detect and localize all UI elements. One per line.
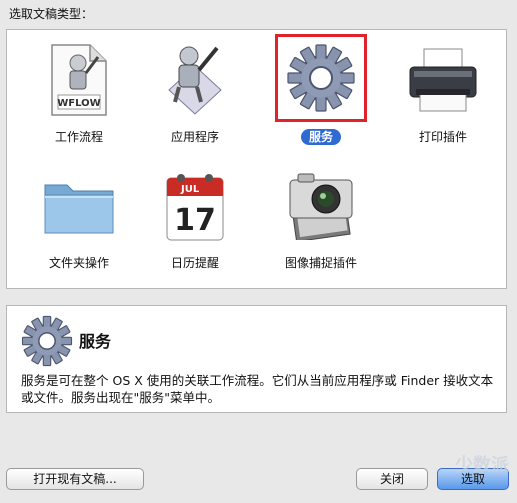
template-label: 服务 — [300, 129, 341, 145]
folder-icon — [34, 163, 124, 249]
calendar-day: 17 — [174, 203, 216, 238]
camera-icon — [276, 163, 366, 249]
template-folder-action[interactable]: 文件夹操作 — [19, 163, 139, 273]
template-label: 文件夹操作 — [48, 256, 109, 270]
template-workflow[interactable]: WFLOW 工作流程 — [19, 37, 139, 147]
gear-icon — [21, 315, 73, 367]
template-label: 图像捕捉插件 — [284, 256, 357, 270]
template-image-capture-plugin[interactable]: 图像捕捉插件 — [261, 163, 381, 273]
robot-application-icon — [150, 37, 240, 123]
gear-icon — [275, 34, 367, 122]
template-calendar-alarm[interactable]: JUL 17 日历提醒 — [135, 163, 255, 273]
template-label: 打印插件 — [418, 130, 467, 144]
open-existing-button[interactable]: 打开现有文稿... — [6, 468, 144, 490]
description-title: 服务 — [79, 332, 112, 351]
description-text: 服务是可在整个 OS X 使用的关联工作流程。它们从当前应用程序或 Finder… — [21, 373, 494, 405]
calendar-icon: JUL 17 — [150, 163, 240, 249]
template-label: 日历提醒 — [170, 256, 219, 270]
template-service[interactable]: 服务 — [261, 34, 381, 147]
calendar-month: JUL — [180, 184, 200, 195]
description-panel: 服务 服务是可在整个 OS X 使用的关联工作流程。它们从当前应用程序或 Fin… — [6, 305, 507, 413]
printer-icon — [398, 37, 488, 123]
close-button[interactable]: 关闭 — [356, 468, 428, 490]
template-application[interactable]: 应用程序 — [135, 37, 255, 147]
template-label: 应用程序 — [170, 130, 219, 144]
choose-button[interactable]: 选取 — [437, 468, 509, 490]
header-label: 选取文稿类型： — [9, 7, 94, 21]
template-print-plugin[interactable]: 打印插件 — [383, 37, 503, 147]
template-grid: WFLOW 工作流程 应用程序 服务 打印插件 文件夹操作 JUL 17 日历提… — [6, 29, 507, 289]
wflow-badge: WFLOW — [57, 98, 100, 109]
template-label: 工作流程 — [54, 130, 103, 144]
workflow-document-icon: WFLOW — [34, 37, 124, 123]
